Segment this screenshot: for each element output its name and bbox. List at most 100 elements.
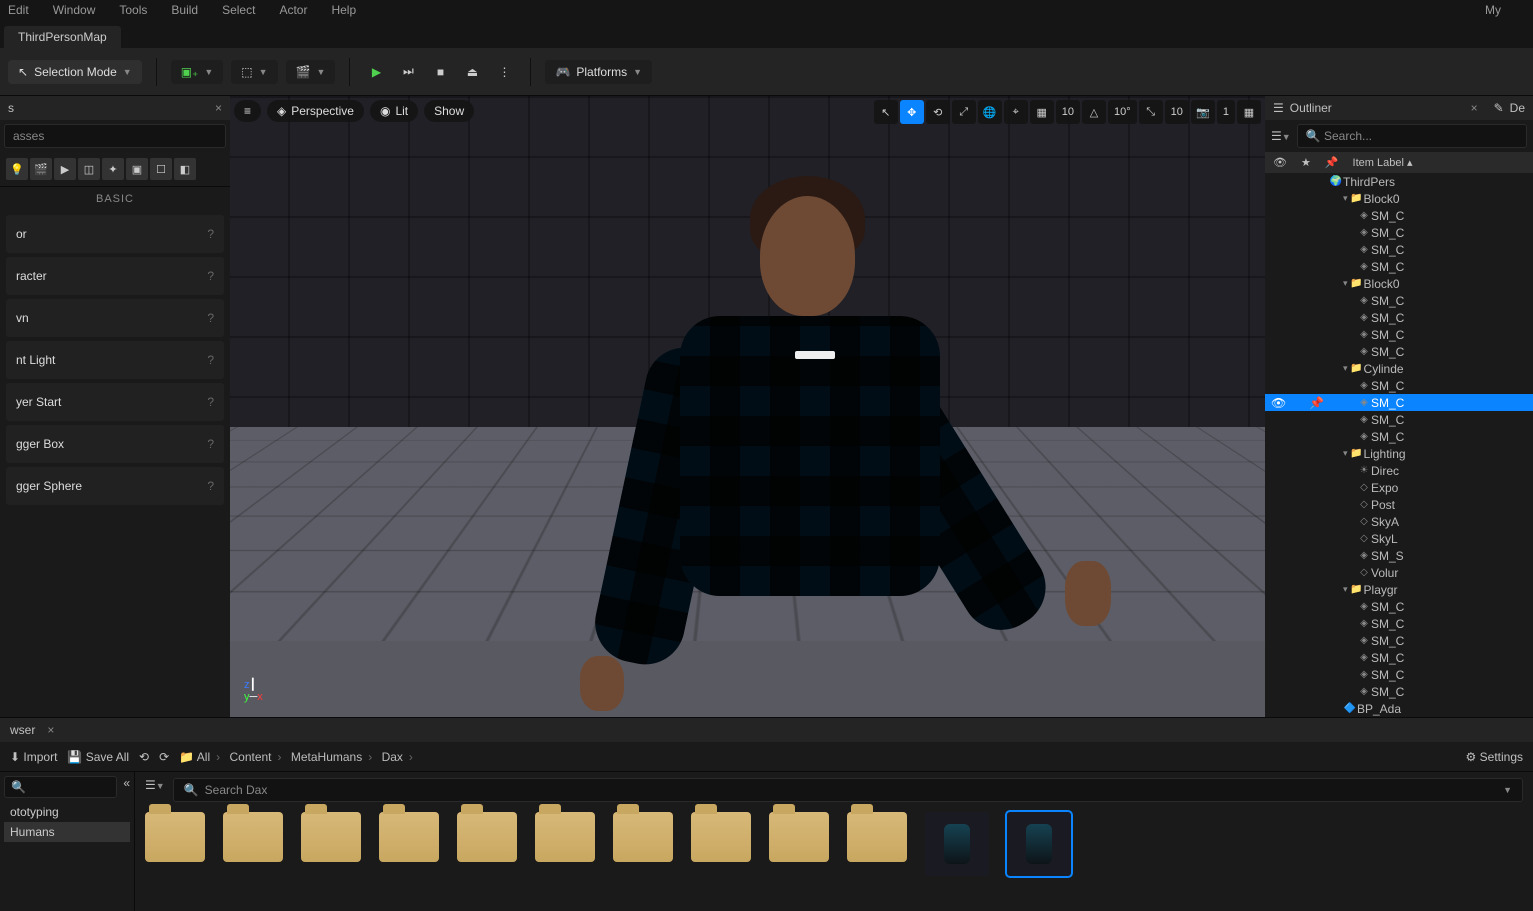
menu-tools[interactable]: Tools: [119, 3, 147, 17]
outliner-row[interactable]: 🌍 ThirdPers: [1265, 173, 1533, 190]
outliner-row[interactable]: ◈ SM_C: [1265, 377, 1533, 394]
outliner-row[interactable]: ◈ SM_C: [1265, 292, 1533, 309]
expand-caret-icon[interactable]: ▾: [1343, 193, 1348, 204]
menu-window[interactable]: Window: [53, 3, 96, 17]
outliner-row[interactable]: 🔷 BP_Ada: [1265, 700, 1533, 717]
outliner-filter-button[interactable]: ☰▼: [1271, 129, 1291, 143]
place-item[interactable]: nt Light?: [6, 341, 224, 379]
outliner-row[interactable]: ◈ SM_C: [1265, 241, 1533, 258]
expand-caret-icon[interactable]: ▾: [1343, 448, 1348, 459]
folder-asset[interactable]: [223, 812, 283, 862]
outliner-row[interactable]: ◇ SkyL: [1265, 530, 1533, 547]
category-misc-icon[interactable]: ◧: [174, 158, 196, 180]
category-cinematic-icon[interactable]: 🎬: [30, 158, 52, 180]
close-icon[interactable]: ×: [1471, 101, 1478, 115]
crumb-metahumans[interactable]: MetaHumans: [291, 750, 362, 764]
rotate-tool-button[interactable]: ⟲: [926, 100, 950, 124]
outliner-row[interactable]: ◇ SkyA: [1265, 513, 1533, 530]
blueprints-button[interactable]: ⬚▼: [231, 60, 277, 84]
outliner-row[interactable]: ◈ SM_C: [1265, 428, 1533, 445]
translate-tool-button[interactable]: ✥: [900, 100, 924, 124]
viewport-lit-dropdown[interactable]: ◉Lit: [370, 100, 418, 122]
folder-asset[interactable]: [457, 812, 517, 862]
category-geometry-icon[interactable]: ✦: [102, 158, 124, 180]
camera-speed-value[interactable]: 1: [1217, 100, 1235, 124]
character-asset[interactable]: [925, 812, 989, 876]
cinematics-button[interactable]: 🎬▼: [286, 60, 336, 84]
grid-snap-button[interactable]: ▦: [1030, 100, 1054, 124]
category-media-icon[interactable]: ▣: [126, 158, 148, 180]
scale-snap-value[interactable]: 10: [1165, 100, 1189, 124]
item-label-column[interactable]: Item Label ▴: [1353, 156, 1413, 169]
coord-space-button[interactable]: 🌐: [978, 100, 1002, 124]
outliner-search[interactable]: 🔍 Search...: [1297, 124, 1527, 148]
source-tree-item[interactable]: Humans: [4, 822, 130, 842]
angle-snap-value[interactable]: 10°: [1108, 100, 1137, 124]
category-volumes-icon[interactable]: ◫: [78, 158, 100, 180]
stop-button[interactable]: ■: [428, 60, 452, 84]
outliner-row[interactable]: ◈ SM_C: [1265, 666, 1533, 683]
place-item[interactable]: vn?: [6, 299, 224, 337]
eject-button[interactable]: ⏏: [460, 60, 484, 84]
help-icon[interactable]: ?: [207, 227, 214, 241]
folder-asset[interactable]: [145, 812, 205, 862]
help-icon[interactable]: ?: [207, 395, 214, 409]
add-content-button[interactable]: ▣₊▼: [171, 60, 224, 84]
folder-asset[interactable]: [301, 812, 361, 862]
maximize-viewport-button[interactable]: ▦: [1237, 100, 1261, 124]
star-icon[interactable]: ★: [1301, 156, 1311, 169]
outliner-row[interactable]: ▾📁 Cylinde: [1265, 360, 1533, 377]
character-asset[interactable]: [1007, 812, 1071, 876]
outliner-row[interactable]: ◈ SM_C: [1265, 326, 1533, 343]
outliner-row[interactable]: ▾📁 Lighting: [1265, 445, 1533, 462]
outliner-row[interactable]: 👁📌◈ SM_C: [1265, 394, 1533, 411]
crumb-dax[interactable]: Dax: [382, 750, 403, 764]
outliner-tab[interactable]: Outliner: [1290, 101, 1332, 115]
pin-icon[interactable]: 📌: [1325, 156, 1339, 169]
place-item[interactable]: gger Sphere?: [6, 467, 224, 505]
folder-asset[interactable]: [769, 812, 829, 862]
category-all-icon[interactable]: ☐: [150, 158, 172, 180]
help-icon[interactable]: ?: [207, 311, 214, 325]
outliner-row[interactable]: ☀ Direc: [1265, 462, 1533, 479]
viewport-show-dropdown[interactable]: Show: [424, 100, 474, 122]
asset-filter-button[interactable]: ☰▼: [145, 778, 165, 802]
content-browser-tab[interactable]: wser: [10, 723, 35, 737]
skip-button[interactable]: ⏭: [396, 60, 420, 84]
folder-asset[interactable]: [535, 812, 595, 862]
expand-caret-icon[interactable]: ▾: [1343, 363, 1348, 374]
source-tree-item[interactable]: ototyping: [4, 802, 130, 822]
outliner-row[interactable]: ◈ SM_C: [1265, 309, 1533, 326]
source-search[interactable]: 🔍: [4, 776, 117, 798]
outliner-row[interactable]: ◈ SM_S: [1265, 547, 1533, 564]
save-all-button[interactable]: 💾 Save All: [67, 750, 129, 764]
level-viewport[interactable]: ≡ ◈Perspective ◉Lit Show ↖ ✥ ⟲ ⤢ 🌐 ⌖ ▦ 1…: [230, 96, 1265, 717]
outliner-row[interactable]: ▾📁 Block0: [1265, 275, 1533, 292]
level-tab[interactable]: ThirdPersonMap: [4, 26, 121, 48]
scale-snap-button[interactable]: ⤡: [1139, 100, 1163, 124]
place-item[interactable]: or?: [6, 215, 224, 253]
outliner-row[interactable]: ▾📁 Block0: [1265, 190, 1533, 207]
menu-edit[interactable]: Edit: [8, 3, 29, 17]
crumb-content[interactable]: Content: [229, 750, 271, 764]
help-icon[interactable]: ?: [207, 479, 214, 493]
place-item[interactable]: racter?: [6, 257, 224, 295]
grid-snap-value[interactable]: 10: [1056, 100, 1080, 124]
menu-build[interactable]: Build: [171, 3, 198, 17]
menu-help[interactable]: Help: [331, 3, 356, 17]
details-tab[interactable]: De: [1510, 101, 1525, 115]
place-item[interactable]: gger Box?: [6, 425, 224, 463]
angle-snap-button[interactable]: △: [1082, 100, 1106, 124]
close-icon[interactable]: ×: [215, 101, 222, 115]
eye-icon[interactable]: 👁: [1273, 156, 1287, 169]
source-collapse-button[interactable]: «: [123, 776, 130, 798]
folder-asset[interactable]: [379, 812, 439, 862]
selection-mode-dropdown[interactable]: ↖ Selection Mode ▼: [8, 60, 142, 84]
menu-select[interactable]: Select: [222, 3, 255, 17]
help-icon[interactable]: ?: [207, 353, 214, 367]
scale-tool-button[interactable]: ⤢: [952, 100, 976, 124]
category-lights-icon[interactable]: 💡: [6, 158, 28, 180]
outliner-row[interactable]: ◈ SM_C: [1265, 615, 1533, 632]
outliner-row[interactable]: ▾📁 Playgr: [1265, 581, 1533, 598]
outliner-row[interactable]: ◈ SM_C: [1265, 343, 1533, 360]
